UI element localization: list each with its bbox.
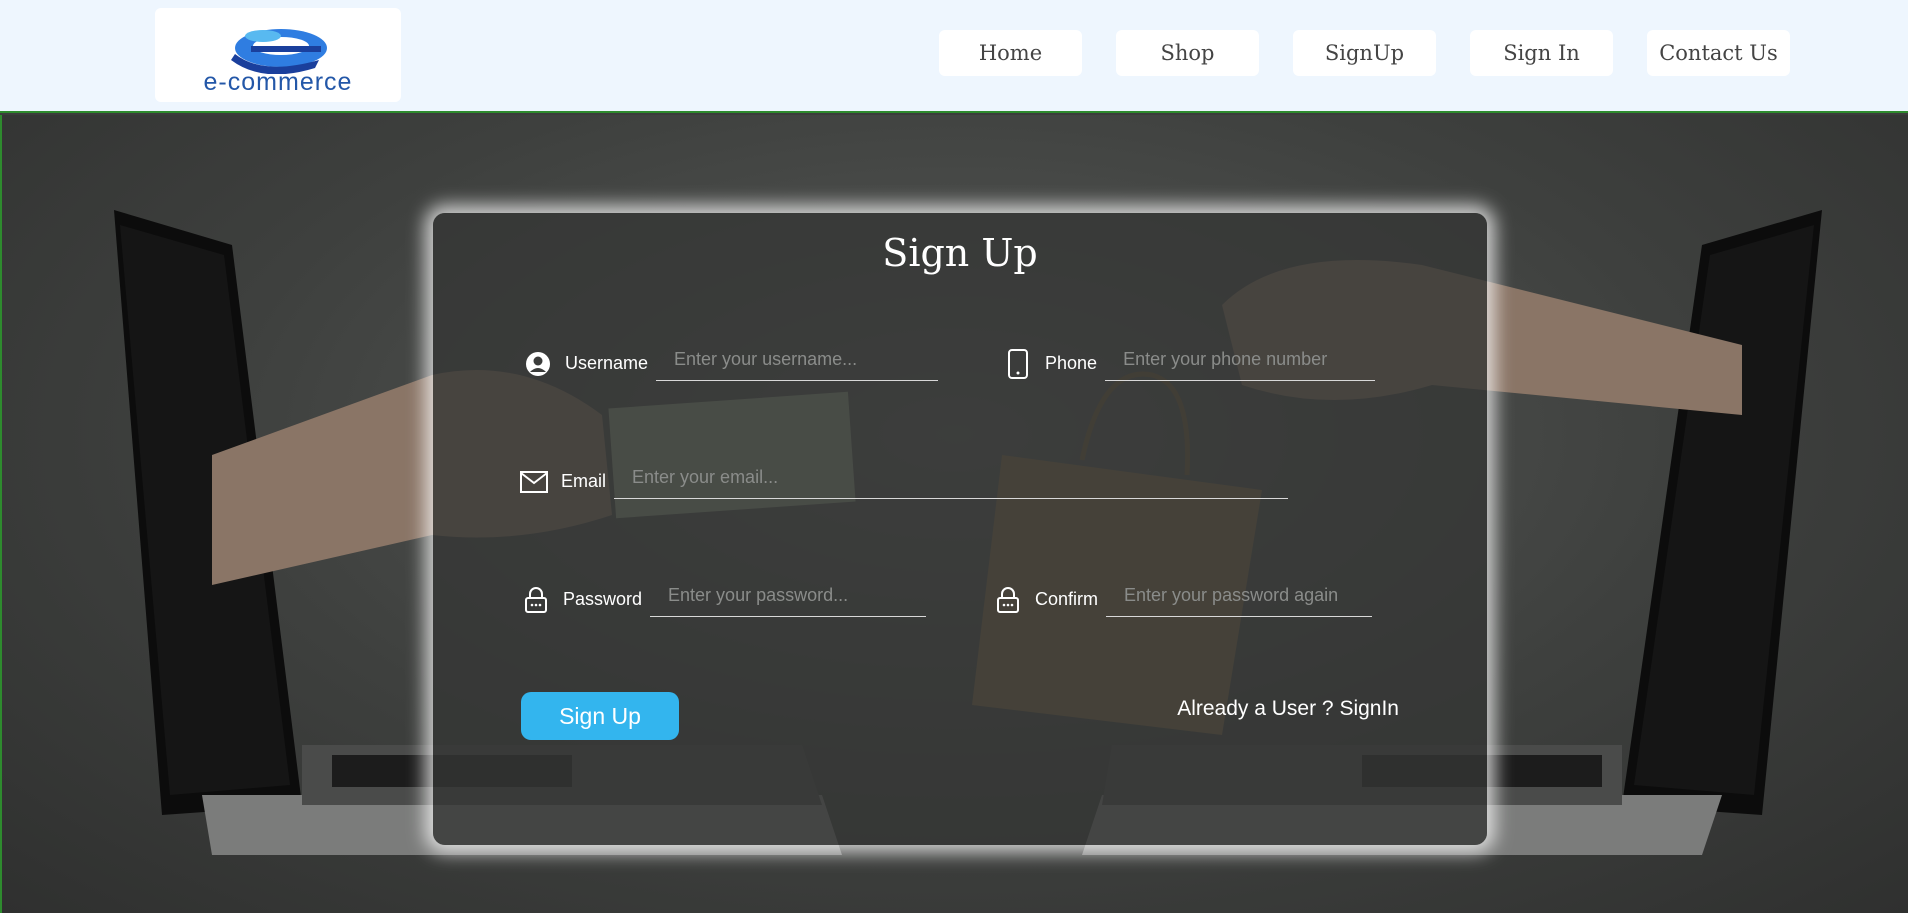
phone-field-group: Phone <box>1001 349 1376 381</box>
confirm-label: Confirm <box>1035 589 1099 609</box>
username-label: Username <box>565 353 649 373</box>
nav-shop[interactable]: Shop <box>1116 30 1259 76</box>
main-nav: Home Shop SignUp Sign In Contact Us <box>939 30 1790 76</box>
phone-icon <box>1001 347 1035 381</box>
user-circle-icon <box>521 347 555 381</box>
password-label: Password <box>563 589 643 609</box>
email-input[interactable] <box>614 467 1289 499</box>
signin-link[interactable]: Already a User ? SignIn <box>1177 697 1399 721</box>
password-field-group: Password <box>519 585 927 617</box>
confirm-input[interactable] <box>1106 585 1373 617</box>
username-input[interactable] <box>656 349 939 381</box>
email-label: Email <box>561 471 607 491</box>
phone-input[interactable] <box>1105 349 1376 381</box>
top-header: e-commerce Home Shop SignUp Sign In Cont… <box>0 0 1908 113</box>
signup-submit-button[interactable]: Sign Up <box>521 692 679 740</box>
nav-signin[interactable]: Sign In <box>1470 30 1613 76</box>
username-field-group: Username <box>521 349 939 381</box>
nav-contact[interactable]: Contact Us <box>1647 30 1790 76</box>
signup-card: Sign Up Username Phone Email Password <box>433 213 1487 845</box>
mail-icon <box>517 465 551 499</box>
form-title: Sign Up <box>882 231 1038 275</box>
logo-text: e-commerce <box>203 68 353 96</box>
lock-icon <box>519 583 553 617</box>
phone-label: Phone <box>1045 353 1098 373</box>
password-input[interactable] <box>650 585 927 617</box>
lock-icon <box>991 583 1025 617</box>
brand-logo[interactable]: e-commerce <box>155 8 401 102</box>
nav-home[interactable]: Home <box>939 30 1082 76</box>
nav-signup[interactable]: SignUp <box>1293 30 1436 76</box>
email-field-group: Email <box>517 467 1289 499</box>
confirm-field-group: Confirm <box>991 585 1373 617</box>
logo-e-mark-icon <box>231 29 327 74</box>
